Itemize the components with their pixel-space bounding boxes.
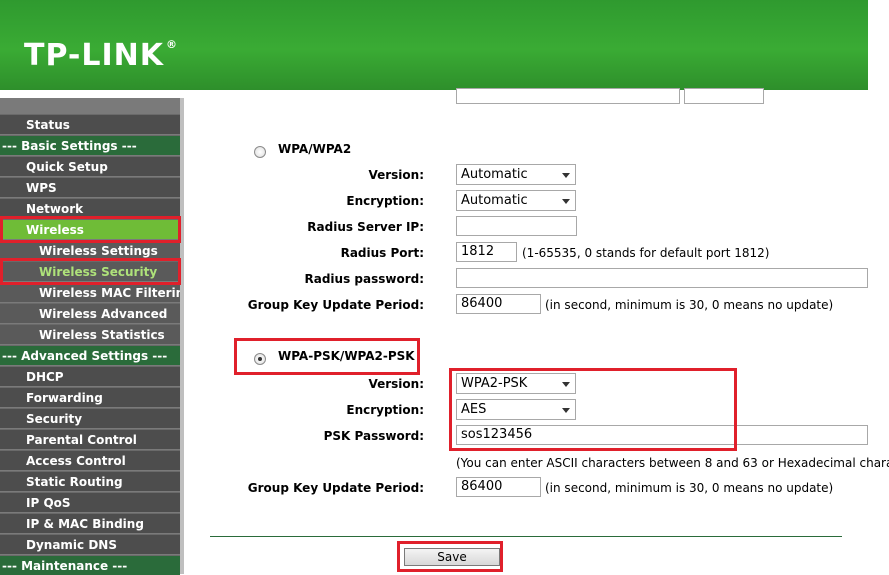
wpa-encryption-label: Encryption: — [346, 194, 424, 208]
chevron-down-icon — [562, 382, 570, 387]
wpa-wpa2-radio[interactable] — [254, 146, 266, 158]
wpa-psk-label: WPA-PSK/WPA2-PSK — [278, 349, 415, 363]
sidebar-item-wireless-statistics[interactable]: Wireless Statistics — [0, 324, 180, 344]
save-button[interactable]: Save — [404, 548, 500, 566]
sidebar-item-wireless[interactable]: Wireless — [0, 219, 180, 239]
sidebar-item-dynamic-dns[interactable]: Dynamic DNS — [0, 534, 180, 554]
psk-password-input[interactable]: sos123456 — [456, 425, 868, 445]
sidebar-item-forwarding[interactable]: Forwarding — [0, 387, 180, 407]
psk-password-label: PSK Password: — [323, 429, 424, 443]
sidebar-item-network[interactable]: Network — [0, 198, 180, 218]
psk-encryption-label: Encryption: — [346, 403, 424, 417]
psk-group-key-label: Group Key Update Period: — [247, 481, 424, 495]
radius-password-label: Radius password: — [304, 272, 424, 286]
psk-group-key-input[interactable]: 86400 — [456, 477, 541, 497]
sidebar-item-dhcp[interactable]: DHCP — [0, 366, 180, 386]
radius-port-label: Radius Port: — [340, 246, 424, 260]
sidebar-item-wps[interactable]: WPS — [0, 177, 180, 197]
wpa-encryption-select[interactable]: Automatic — [456, 190, 576, 211]
wpa-group-key-hint: (in second, minimum is 30, 0 means no up… — [545, 298, 834, 312]
partial-key-input[interactable] — [456, 88, 680, 104]
chevron-down-icon — [562, 199, 570, 204]
sidebar-item-wireless-settings[interactable]: Wireless Settings — [0, 240, 180, 260]
wpa-psk-radio[interactable] — [254, 353, 266, 365]
chevron-down-icon — [562, 408, 570, 413]
psk-version-value: WPA2-PSK — [461, 376, 528, 391]
psk-version-label: Version: — [368, 377, 424, 391]
sidebar-item-wireless-mac-filtering[interactable]: Wireless MAC Filtering — [0, 282, 180, 302]
radius-server-ip-label: Radius Server IP: — [307, 220, 424, 234]
wpa-group-key-label: Group Key Update Period: — [247, 298, 424, 312]
wpa-encryption-value: Automatic — [461, 193, 528, 208]
sidebar-item-quick-setup[interactable]: Quick Setup — [0, 156, 180, 176]
wpa-group-key-input[interactable]: 86400 — [456, 294, 541, 314]
wpa-wpa2-label: WPA/WPA2 — [278, 142, 352, 156]
tp-link-logo: TP-LINK ® — [24, 38, 179, 73]
wpa-version-label: Version: — [368, 168, 424, 182]
sidebar-section-advanced-settings[interactable]: --- Advanced Settings --- — [0, 345, 180, 365]
header-banner: TP-LINK ® — [0, 0, 868, 92]
chevron-down-icon — [562, 173, 570, 178]
section-divider — [210, 536, 842, 537]
sidebar-item-static-routing[interactable]: Static Routing — [0, 471, 180, 491]
sidebar-item-ip-mac-binding[interactable]: IP & MAC Binding — [0, 513, 180, 533]
wpa-version-value: Automatic — [461, 167, 528, 182]
sidebar-section-maintenance[interactable]: --- Maintenance --- — [0, 555, 180, 575]
psk-password-hint: (You can enter ASCII characters between … — [456, 456, 889, 470]
sidebar-item-wireless-security[interactable]: Wireless Security — [0, 261, 180, 281]
psk-encryption-value: AES — [461, 402, 487, 417]
psk-encryption-select[interactable]: AES — [456, 399, 576, 420]
wpa-version-select[interactable]: Automatic — [456, 164, 576, 185]
psk-version-select[interactable]: WPA2-PSK — [456, 373, 576, 394]
sidebar-item-wireless-advanced[interactable]: Wireless Advanced — [0, 303, 180, 323]
radius-password-input[interactable] — [456, 268, 868, 288]
radius-port-input[interactable]: 1812 — [456, 242, 517, 262]
sidebar-item-access-control[interactable]: Access Control — [0, 450, 180, 470]
sidebar-item-status[interactable]: Status — [0, 114, 180, 134]
partial-key-type-select[interactable] — [684, 88, 764, 104]
sidebar-item-ip-qos[interactable]: IP QoS — [0, 492, 180, 512]
radius-port-hint: (1-65535, 0 stands for default port 1812… — [522, 246, 770, 260]
sidebar-item-parental-control[interactable]: Parental Control — [0, 429, 180, 449]
main-content: WPA/WPA2 Version: Automatic Encryption: … — [188, 88, 889, 574]
sidebar-section-basic-settings[interactable]: --- Basic Settings --- — [0, 135, 180, 155]
sidebar-nav: Status --- Basic Settings --- Quick Setu… — [0, 98, 184, 575]
radius-server-ip-input[interactable] — [456, 216, 577, 236]
psk-group-key-hint: (in second, minimum is 30, 0 means no up… — [545, 481, 834, 495]
sidebar-item-security[interactable]: Security — [0, 408, 180, 428]
